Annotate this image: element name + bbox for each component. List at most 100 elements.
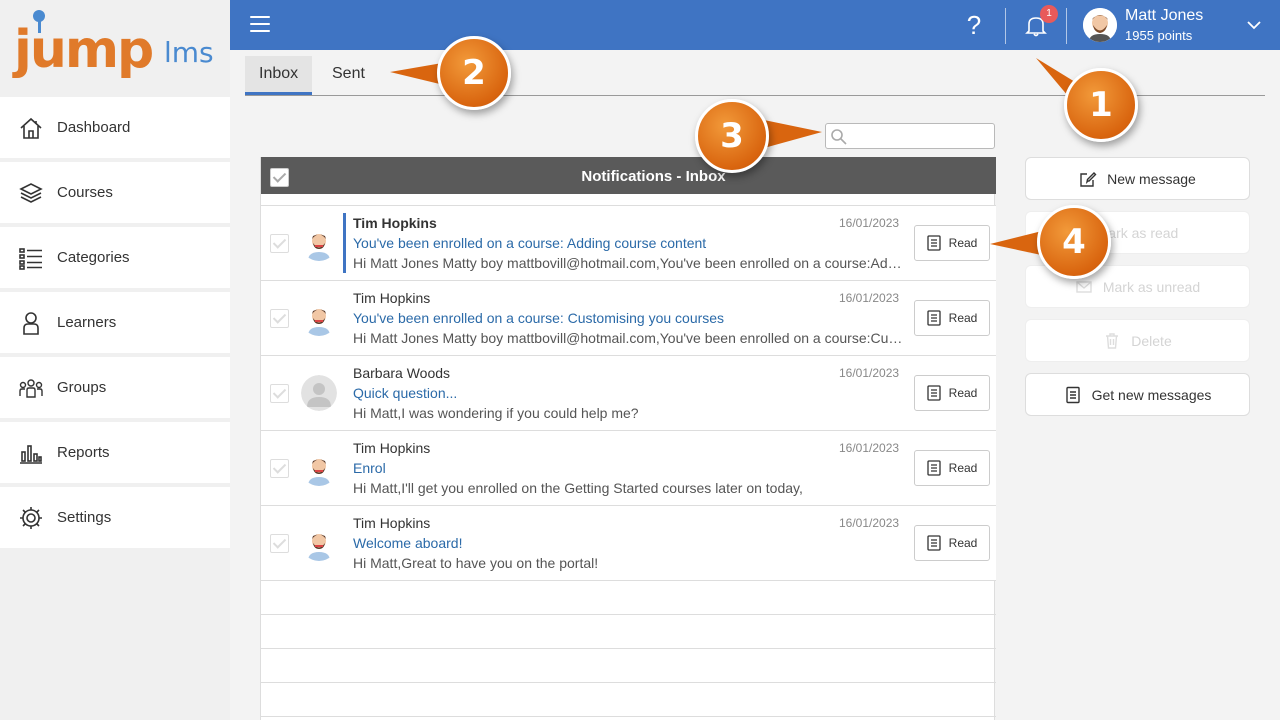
help-icon[interactable]: ? — [963, 9, 985, 41]
sidebar-item-label: Courses — [57, 184, 113, 201]
message-date: 16/01/2023 — [839, 291, 900, 305]
message-row[interactable]: Barbara Woods Quick question... Hi Matt,… — [261, 355, 996, 430]
sidebar-item-dashboard[interactable]: Dashboard — [0, 97, 230, 158]
callout-badge-1: 1 — [1064, 68, 1138, 142]
read-button[interactable]: Read — [914, 300, 990, 336]
read-button[interactable]: Read — [914, 225, 990, 261]
home-icon — [17, 114, 45, 142]
envelope-icon — [1076, 280, 1092, 293]
message-checkbox[interactable] — [270, 309, 289, 328]
search-input[interactable] — [850, 126, 990, 146]
delete-label: Delete — [1131, 332, 1172, 349]
sidebar-nav: Dashboard Courses Categories Learners Gr… — [0, 97, 230, 552]
sidebar-item-learners[interactable]: Learners — [0, 292, 230, 353]
tab-inbox[interactable]: Inbox — [245, 56, 313, 95]
read-button-label: Read — [948, 386, 978, 400]
message-checkbox[interactable] — [270, 534, 289, 553]
document-icon — [927, 310, 941, 326]
empty-row — [261, 648, 996, 682]
header-divider — [1066, 8, 1067, 44]
message-preview: Hi Matt,Great to have you on the portal! — [353, 555, 599, 571]
message-sender: Tim Hopkins — [353, 215, 437, 231]
sender-avatar — [301, 225, 337, 261]
message-sender: Tim Hopkins — [353, 515, 431, 531]
mark-as-unread-label: Mark as unread — [1102, 278, 1201, 295]
jumplms-logo[interactable]: jump lms — [14, 10, 224, 90]
search-icon[interactable] — [830, 128, 848, 146]
new-message-button[interactable]: New message — [1025, 157, 1250, 200]
message-subject[interactable]: Welcome aboard! — [353, 535, 462, 551]
document-icon — [927, 235, 941, 251]
read-button-label: Read — [948, 236, 978, 250]
get-new-messages-label: Get new messages — [1091, 386, 1212, 403]
new-message-label: New message — [1107, 170, 1196, 187]
empty-row — [261, 682, 996, 716]
sidebar-item-categories[interactable]: Categories — [0, 227, 230, 288]
message-subject[interactable]: Enrol — [353, 460, 386, 476]
message-checkbox[interactable] — [270, 459, 289, 478]
callout-pointer-3 — [764, 120, 822, 148]
learner-icon — [17, 309, 45, 337]
sidebar-item-reports[interactable]: Reports — [0, 422, 230, 483]
message-checkbox[interactable] — [270, 384, 289, 403]
message-row[interactable]: Tim Hopkins You've been enrolled on a co… — [261, 280, 996, 355]
empty-row — [261, 614, 996, 648]
select-all-checkbox[interactable] — [270, 168, 289, 187]
message-preview: Hi Matt Jones Matty boy mattbovill@hotma… — [353, 255, 903, 271]
header-divider — [1005, 8, 1006, 44]
callout-badge-3: 3 — [695, 99, 769, 173]
message-subject[interactable]: You've been enrolled on a course: Custom… — [353, 310, 724, 326]
message-sender: Barbara Woods — [353, 365, 451, 381]
message-sender: Tim Hopkins — [353, 440, 431, 456]
user-avatar[interactable] — [1083, 8, 1117, 42]
message-date: 16/01/2023 — [839, 516, 900, 530]
message-row[interactable]: Tim Hopkins You've been enrolled on a co… — [261, 205, 996, 280]
menu-toggle-icon[interactable] — [250, 16, 270, 34]
message-row[interactable]: Tim Hopkins Welcome aboard! Hi Matt,Grea… — [261, 505, 996, 580]
message-row[interactable]: Tim Hopkins Enrol Hi Matt,I'll get you e… — [261, 430, 996, 505]
read-button-label: Read — [948, 461, 978, 475]
read-button[interactable]: Read — [914, 450, 990, 486]
user-name[interactable]: Matt Jones — [1125, 7, 1203, 25]
categories-icon — [17, 244, 45, 272]
get-new-messages-button[interactable]: Get new messages — [1025, 373, 1250, 416]
sidebar-item-label: Dashboard — [57, 119, 131, 136]
read-button[interactable]: Read — [914, 375, 990, 411]
message-preview: Hi Matt,I'll get you enrolled on the Get… — [353, 480, 803, 496]
message-date: 16/01/2023 — [839, 216, 900, 230]
document-icon — [1065, 386, 1080, 403]
courses-icon — [17, 179, 45, 207]
sidebar-item-groups[interactable]: Groups — [0, 357, 230, 418]
message-preview: Hi Matt,I was wondering if you could hel… — [353, 405, 639, 421]
inbox-title: Notifications - Inbox — [581, 168, 726, 185]
sender-avatar — [301, 450, 337, 486]
callout-badge-2: 2 — [437, 36, 511, 110]
message-subject[interactable]: Quick question... — [353, 385, 457, 401]
read-button-label: Read — [948, 311, 978, 325]
sidebar-item-label: Categories — [57, 249, 130, 266]
sidebar-item-settings[interactable]: Settings — [0, 487, 230, 548]
message-date: 16/01/2023 — [839, 441, 900, 455]
read-button[interactable]: Read — [914, 525, 990, 561]
sender-avatar — [301, 300, 337, 336]
logo-text: jump — [14, 20, 154, 80]
tab-sent[interactable]: Sent — [318, 56, 379, 95]
reports-icon — [17, 439, 45, 467]
chevron-down-icon[interactable] — [1246, 18, 1262, 30]
sidebar-item-label: Learners — [57, 314, 117, 331]
selected-indicator — [343, 213, 346, 273]
sidebar: jump lms Dashboard Courses Categories Le… — [0, 0, 230, 720]
message-checkbox[interactable] — [270, 234, 289, 253]
sidebar-item-label: Settings — [57, 509, 112, 526]
delete-button[interactable]: Delete — [1025, 319, 1250, 362]
search-box — [825, 123, 995, 149]
sidebar-item-label: Reports — [57, 444, 110, 461]
document-icon — [927, 385, 941, 401]
sidebar-item-courses[interactable]: Courses — [0, 162, 230, 223]
sidebar-item-label: Groups — [57, 379, 107, 396]
message-subject[interactable]: You've been enrolled on a course: Adding… — [353, 235, 706, 251]
notification-badge: 1 — [1040, 5, 1058, 23]
top-header: ? 1 Matt Jones 1955 points — [230, 0, 1280, 50]
empty-row — [261, 716, 996, 720]
user-points: 1955 points — [1125, 28, 1193, 43]
